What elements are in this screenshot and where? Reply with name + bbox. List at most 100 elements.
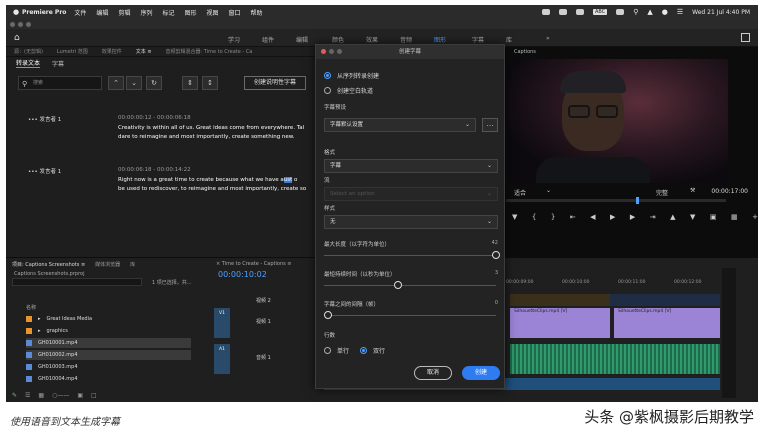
tab-text[interactable]: 文本 ≡ (136, 48, 152, 55)
tab-libraries[interactable]: 库 (506, 35, 512, 44)
column-name[interactable]: 名称 (26, 302, 36, 312)
input-source[interactable]: ABC (592, 9, 608, 15)
zoom-slider[interactable]: ○—— (52, 392, 69, 400)
clip[interactable]: SilhouetteClips.mp4 [V] (510, 308, 610, 338)
extract-icon[interactable]: ▼ (690, 213, 695, 227)
close-icon[interactable] (10, 22, 15, 27)
speaker-label[interactable]: ••• 发言者 1 (28, 115, 61, 123)
tab-source[interactable]: 源：(无剪辑) (14, 48, 43, 55)
slider-knob[interactable] (492, 251, 500, 259)
app-name[interactable]: Premiere Pro (22, 9, 66, 16)
clip[interactable] (510, 294, 610, 306)
lift-icon[interactable]: ▲ (670, 213, 675, 227)
tab-audio[interactable]: 音频 (400, 35, 412, 44)
menu-sequence[interactable]: 序列 (140, 8, 152, 17)
play-icon[interactable]: ▶ (610, 213, 615, 227)
tab-graphics[interactable]: 图形 (434, 35, 446, 44)
icon-view-icon[interactable]: ▦ (38, 392, 44, 400)
next-result-button[interactable]: ⌄ (126, 76, 142, 90)
wifi-icon[interactable]: ▲ (647, 8, 652, 16)
compare-icon[interactable]: ▦ (731, 213, 738, 227)
clock[interactable]: Wed 21 Jul 4:40 PM (692, 9, 750, 16)
marker-icon[interactable]: ▼ (512, 213, 517, 227)
double-line-radio[interactable]: 双行 (360, 346, 385, 355)
user-icon[interactable]: ● (662, 8, 668, 16)
fit-select[interactable]: 适合 (514, 188, 526, 197)
menu-markers[interactable]: 标记 (162, 8, 174, 17)
more-options-button[interactable]: … (482, 118, 498, 132)
preset-select[interactable]: 字幕默认设置 ⌄ (324, 118, 476, 132)
create-button[interactable]: 创建 (462, 366, 500, 380)
list-view-icon[interactable]: ☰ (25, 392, 30, 400)
battery-icon[interactable] (616, 9, 625, 15)
home-icon[interactable]: ⌂ (14, 33, 20, 43)
subtab-transcript[interactable]: 转录文本 (16, 58, 41, 68)
tab-effect-controls[interactable]: 效果控件 (102, 48, 122, 55)
tab-audio-mixer[interactable]: 音频剪辑混合器: Time to Create - Ca (166, 48, 253, 55)
clip[interactable] (610, 294, 720, 306)
tab-effects[interactable]: 效果 (366, 35, 378, 44)
speaker-label[interactable]: ••• 发言者 1 (28, 167, 61, 175)
more-workspaces[interactable]: » (546, 35, 550, 42)
chevron-down-icon[interactable]: ⌄ (546, 187, 551, 194)
timeline-timecode[interactable]: 00:00:10:02 (218, 270, 267, 279)
refresh-icon[interactable]: ↻ (146, 76, 162, 90)
format-select[interactable]: 字幕 ⌄ (324, 159, 498, 173)
previous-result-button[interactable]: ⌃ (108, 76, 124, 90)
in-point-icon[interactable]: { (532, 213, 536, 227)
tab-lumetri-scopes[interactable]: Lumetri 范围 (57, 48, 88, 55)
goto-out-icon[interactable]: ⇥ (650, 213, 656, 227)
out-point-icon[interactable]: } (551, 213, 555, 227)
menu-edit[interactable]: 编辑 (96, 8, 108, 17)
tab-color[interactable]: 颜色 (332, 35, 344, 44)
menu-file[interactable]: 文件 (74, 8, 86, 17)
pencil-icon[interactable]: ✎ (12, 392, 17, 400)
resolution-select[interactable]: 完整 (656, 188, 668, 197)
merge-icon[interactable]: ⇕ (182, 76, 198, 90)
transcript-search[interactable]: ⚲ 搜索 (18, 76, 102, 90)
entry-text[interactable]: Creativity is within all of us. Great id… (118, 124, 338, 142)
step-back-icon[interactable]: ◀ (590, 213, 595, 227)
step-forward-icon[interactable]: ▶ (630, 213, 635, 227)
wrench-icon[interactable]: ⚒ (690, 187, 695, 194)
list-item[interactable]: GH010004.mp4 (26, 374, 78, 384)
menu-graphics[interactable]: 图形 (184, 8, 196, 17)
moon-icon[interactable] (575, 9, 584, 15)
tab-captions[interactable]: 字幕 (472, 35, 484, 44)
entry-text[interactable]: Right now is a great time to create beca… (118, 176, 338, 194)
project-search[interactable] (12, 278, 142, 286)
create-captions-button[interactable]: 创建说明性字幕 (244, 76, 306, 90)
list-item[interactable]: GH010001.mp4 (26, 338, 191, 348)
search-icon[interactable]: ⚲ (633, 8, 638, 16)
tab-media-browser[interactable]: 媒体浏览器 (95, 261, 120, 268)
single-line-radio[interactable]: 单行 (324, 346, 349, 355)
list-item[interactable]: ▸ Great Ideas Media (26, 314, 92, 324)
list-item[interactable]: ▸ graphics (26, 326, 68, 336)
min-duration-slider[interactable] (324, 281, 496, 289)
track-label[interactable]: V1 (214, 308, 230, 338)
list-item[interactable]: GH010002.mp4 (26, 350, 191, 360)
zoom-icon[interactable] (26, 22, 31, 27)
slider-knob[interactable] (324, 311, 332, 319)
tab-learn[interactable]: 学习 (228, 35, 240, 44)
tab-project[interactable]: 项目: Captions Screenshots ≡ (12, 261, 85, 268)
playhead[interactable] (636, 197, 639, 204)
monitor-tab[interactable]: Captions (514, 49, 536, 55)
slider-knob[interactable] (394, 281, 402, 289)
play-status-icon[interactable] (558, 9, 567, 15)
tab-assembly[interactable]: 组件 (262, 35, 274, 44)
monitor-scrubber[interactable] (506, 197, 726, 204)
subtab-captions[interactable]: 字幕 (52, 59, 64, 68)
cancel-button[interactable]: 取消 (414, 366, 452, 380)
menu-window[interactable]: 窗口 (229, 8, 241, 17)
record-icon[interactable] (541, 9, 550, 15)
add-button-icon[interactable]: + (752, 213, 758, 227)
max-length-slider[interactable] (324, 251, 500, 259)
video-frame[interactable] (506, 59, 728, 183)
menu-clip[interactable]: 剪辑 (118, 8, 130, 17)
tab-editing[interactable]: 编辑 (296, 35, 308, 44)
menu-view[interactable]: 视图 (207, 8, 219, 17)
audio-clip[interactable] (510, 344, 720, 374)
new-bin-icon[interactable]: ▣ (77, 392, 83, 400)
goto-in-icon[interactable]: ⇤ (570, 213, 576, 227)
